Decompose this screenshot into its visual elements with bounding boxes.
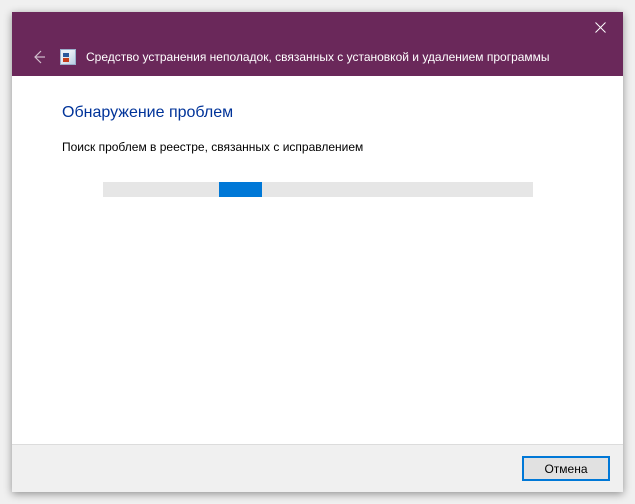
close-icon (595, 22, 606, 33)
status-text: Поиск проблем в реестре, связанных с исп… (62, 140, 573, 154)
troubleshooter-window: Средство устранения неполадок, связанных… (12, 12, 623, 492)
footer: Отмена (12, 444, 623, 492)
content-area: Обнаружение проблем Поиск проблем в реес… (12, 76, 623, 444)
window-title: Средство устранения неполадок, связанных… (86, 50, 550, 64)
progress-indicator (219, 182, 262, 197)
close-button[interactable] (577, 12, 623, 42)
page-heading: Обнаружение проблем (62, 104, 573, 122)
titlebar: Средство устранения неполадок, связанных… (12, 12, 623, 76)
cancel-button[interactable]: Отмена (523, 457, 609, 480)
titlebar-row: Средство устранения неполадок, связанных… (28, 46, 550, 68)
progress-bar (103, 182, 533, 197)
troubleshooter-icon (60, 49, 76, 65)
back-button[interactable] (28, 46, 50, 68)
back-arrow-icon (31, 49, 47, 65)
